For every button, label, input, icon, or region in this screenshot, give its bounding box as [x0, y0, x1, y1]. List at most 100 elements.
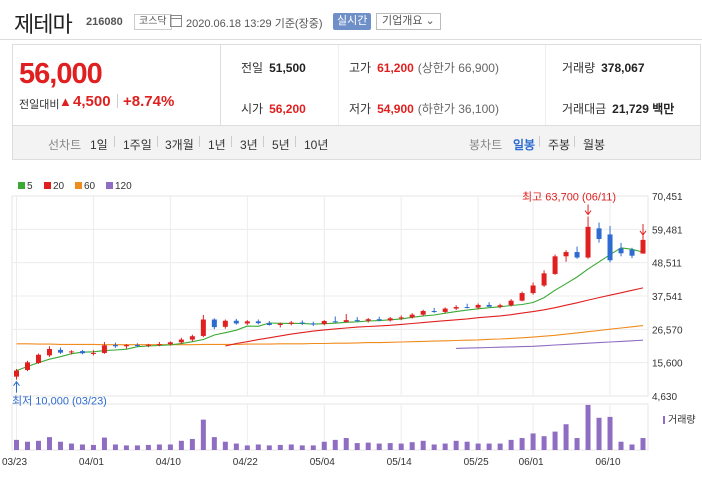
volume-bar [464, 441, 470, 450]
y-tick-label: 15,600 [652, 359, 683, 370]
volume-bar [57, 441, 63, 450]
candle-body [607, 234, 613, 261]
volume-bar [14, 439, 19, 450]
candle-body [497, 305, 503, 307]
candle-body [530, 285, 536, 294]
candle-body [365, 319, 371, 321]
candle-body [343, 320, 349, 322]
x-tick-label: 04/10 [156, 457, 181, 468]
volume-bar [134, 445, 140, 450]
candle-body [453, 307, 459, 309]
candle-body [299, 322, 305, 324]
volume-bar [46, 437, 52, 450]
volume-bar [541, 436, 547, 450]
candle-body [277, 323, 283, 325]
volume-bar [552, 431, 558, 450]
volume-bar [563, 424, 569, 450]
price-chart[interactable]: 70,451 59,481 48,511 37,541 26,570 15,600 4,63… [0, 0, 702, 481]
volume-bar [211, 437, 217, 450]
y-tick-label: 70,451 [652, 192, 683, 203]
candle-body [420, 311, 426, 315]
volume-bar [475, 443, 481, 450]
candle-body [629, 249, 635, 256]
volume-bar [310, 445, 316, 450]
candle-body [387, 318, 393, 321]
candle-body [376, 319, 382, 321]
candle-body [618, 248, 624, 254]
volume-bar [266, 445, 272, 450]
candle-body [464, 307, 470, 309]
volume-bar [233, 443, 239, 450]
x-tick-label: 04/22 [233, 457, 258, 468]
volume-bar [442, 443, 448, 450]
volume-bar [343, 438, 349, 450]
volume-bar [156, 444, 162, 450]
volume-bar [530, 433, 536, 450]
volume-bar [321, 441, 327, 450]
volume-bar [409, 442, 415, 450]
volume-swatch [663, 416, 665, 424]
candle-body [442, 308, 448, 312]
volume-bar [79, 444, 85, 450]
candle-body [222, 320, 228, 327]
volume-bar [24, 441, 30, 450]
candle-body [134, 345, 140, 347]
volume-bar [607, 416, 613, 450]
candle-body [211, 319, 217, 328]
volume-bar [123, 445, 129, 450]
candle-body [35, 354, 41, 363]
candle-body [266, 323, 272, 325]
volume-bar [596, 417, 602, 450]
volume-bar [244, 445, 250, 450]
x-tick-label: 05/14 [387, 457, 412, 468]
candle-body [46, 348, 52, 356]
volume-bar [387, 443, 393, 450]
volume-bar [288, 444, 294, 450]
y-tick-label: 4,630 [652, 392, 677, 403]
volume-bar [629, 444, 635, 450]
volume-bar [640, 438, 646, 450]
volume-bar [376, 443, 382, 450]
volume-bar [68, 443, 74, 450]
candle-body [233, 320, 239, 324]
volume-bar [486, 443, 492, 450]
volume-legend: 거래량 [663, 411, 696, 426]
volume-legend-label: 거래량 [668, 415, 696, 426]
candle-body [200, 319, 206, 336]
candle-body [255, 321, 261, 324]
volume-bar [178, 440, 184, 450]
candle-body [563, 252, 569, 257]
x-tick-label: 05/04 [310, 457, 335, 468]
volume-bar [255, 444, 261, 450]
volume-bar [585, 404, 591, 450]
candle-body [398, 317, 404, 319]
y-tick-label: 26,570 [652, 325, 683, 336]
y-tick-label: 37,541 [652, 292, 683, 303]
y-tick-label: 59,481 [652, 225, 683, 236]
volume-bar [398, 443, 404, 450]
candle-body [123, 345, 129, 347]
candle-body [552, 256, 558, 274]
candle-body [541, 273, 547, 286]
candle-body [574, 252, 580, 258]
candle-body [332, 321, 338, 323]
candle-body [508, 300, 514, 306]
volume-bar [365, 442, 371, 450]
candle-body [68, 351, 74, 353]
volume-bar [112, 444, 118, 450]
volume-bar [167, 444, 173, 450]
volume-bar [277, 444, 283, 450]
volume-bar [431, 444, 437, 450]
candle-body [189, 336, 195, 340]
candle-body [79, 351, 85, 354]
candle-body [145, 344, 151, 346]
candle-body [519, 293, 525, 301]
x-tick-label: 06/10 [596, 457, 621, 468]
volume-bar [618, 441, 624, 450]
candle-body [310, 323, 316, 325]
candle-body [90, 352, 96, 354]
volume-bar [145, 444, 151, 450]
x-tick-label: 06/01 [519, 457, 544, 468]
x-tick-label: 04/01 [79, 457, 104, 468]
volume-bar [101, 437, 107, 450]
